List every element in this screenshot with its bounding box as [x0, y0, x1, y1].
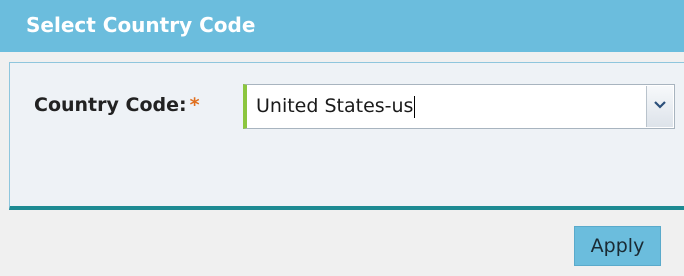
country-code-select[interactable]: United States-us: [243, 84, 675, 129]
required-marker: *: [189, 94, 200, 116]
dialog-body: Country Code: * United States-us: [9, 62, 684, 210]
country-code-selected-value: United States-us: [256, 95, 416, 118]
dropdown-button[interactable]: [646, 86, 673, 127]
country-code-value-text: United States-us: [256, 95, 414, 117]
dialog-title: Select Country Code: [26, 13, 256, 37]
dialog-footer: Apply: [0, 214, 684, 276]
select-country-code-dialog: Select Country Code Country Code: * Unite…: [0, 0, 684, 276]
country-code-label-text: Country Code:: [34, 94, 187, 116]
country-code-label: Country Code: *: [34, 94, 200, 116]
text-cursor: [414, 95, 416, 118]
apply-button[interactable]: Apply: [574, 226, 661, 266]
dialog-title-bar: Select Country Code: [0, 0, 684, 52]
chevron-down-icon: [654, 101, 666, 109]
